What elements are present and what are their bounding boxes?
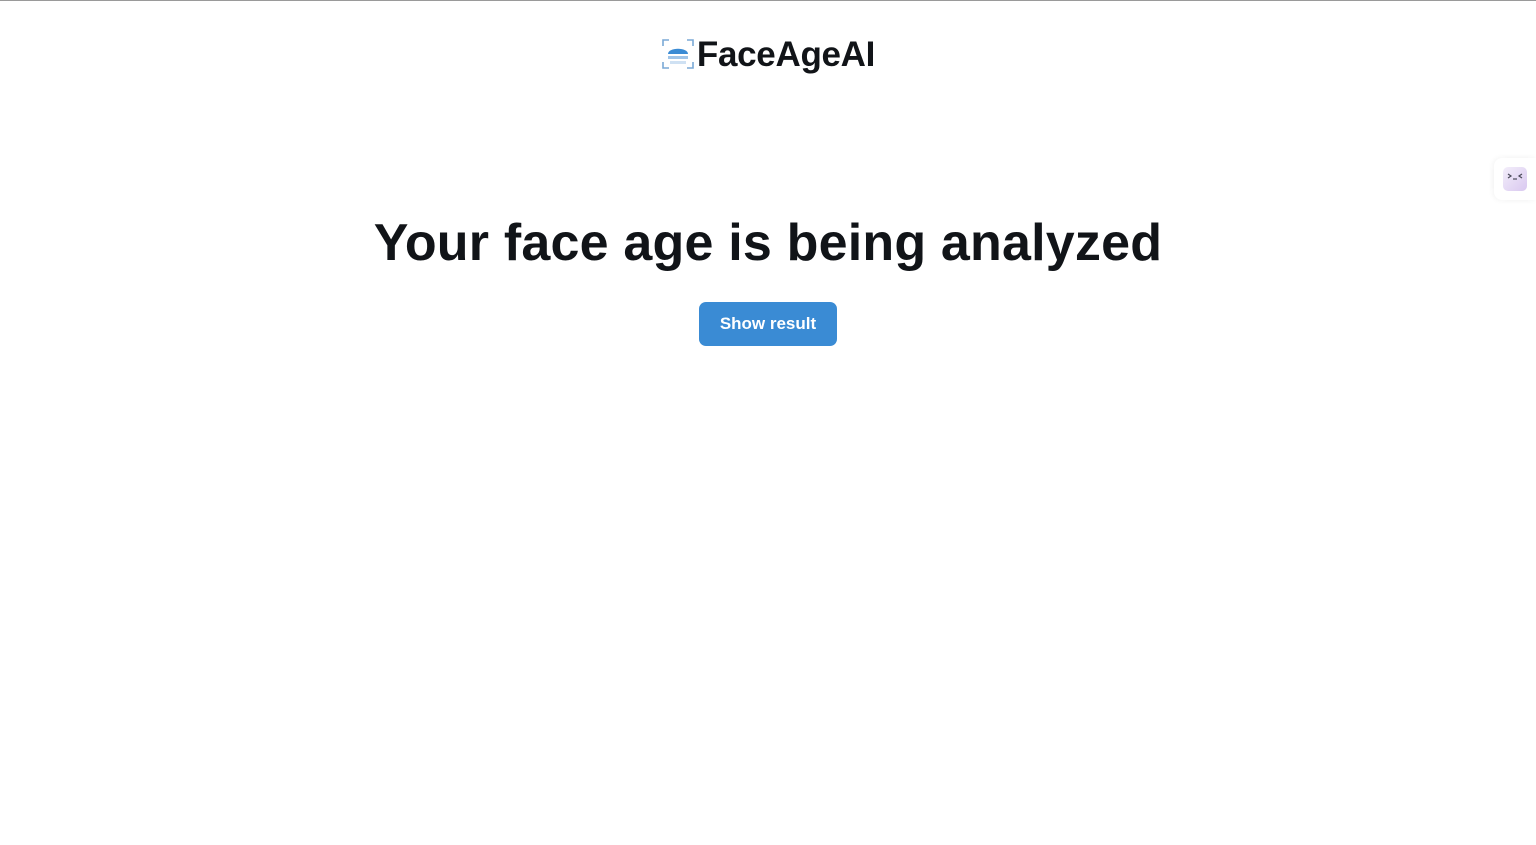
side-assistant-widget[interactable] [1494,158,1536,200]
page: FaceAgeAI Your face age is being analyze… [0,0,1536,845]
show-result-button[interactable]: Show result [699,302,837,346]
site-header: FaceAgeAI [0,32,1536,76]
logo-link[interactable]: FaceAgeAI [661,37,875,72]
face-scan-icon [662,39,694,69]
top-border [0,0,1536,1]
page-title: Your face age is being analyzed [373,214,1163,272]
brand-name: FaceAgeAI [696,34,876,74]
assistant-face-icon [1503,167,1527,191]
